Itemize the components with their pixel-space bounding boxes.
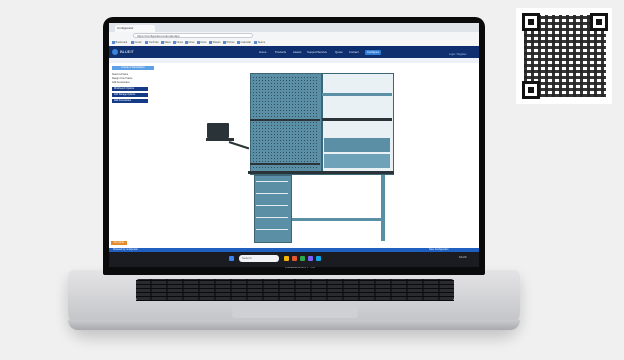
bookmark-item[interactable]: Gmail [131,41,142,45]
bookmark-item[interactable]: Drive [185,41,195,45]
drawer-handle [256,229,288,230]
logo-icon [112,48,118,55]
bookmark-item[interactable]: Bookmark [112,41,128,45]
logo-text: BLUEIT [120,49,135,54]
browser-icon[interactable] [292,256,297,261]
nav-item-contact[interactable]: Contact [349,50,359,55]
qr-finder-pattern [522,81,540,99]
drawer-handle [256,205,288,206]
sidebar-line: Add Accessories [112,81,130,84]
taskbar-clock: 10:24 [459,255,467,259]
bookmark-item[interactable]: News [173,41,184,45]
start-icon[interactable] [229,256,234,261]
sidebar-line: Design Your Frame [112,77,133,80]
drawer-handle [256,181,288,182]
laptop-keyboard-rows [136,279,454,301]
bookmark-item[interactable]: YouTube [145,41,159,45]
sidebar-line: Select a Frame [112,73,129,76]
get-quote-button[interactable]: Get Quote [111,241,127,245]
app-logo[interactable]: BLUEIT [112,48,138,56]
laptop-trackpad [232,304,358,318]
bench-leg [381,175,385,241]
sidebar-button-accessories[interactable]: Add Accessories [112,99,148,103]
nav-item-assets[interactable]: Assets [293,50,301,55]
nav-item-products[interactable]: Products [275,50,286,55]
browser-tab-bar [109,23,479,32]
pegboard-rail [250,163,320,165]
app-icon[interactable] [316,256,321,261]
drawer-handle [256,217,288,218]
bookmark-item[interactable]: Teams [254,41,266,45]
nav-item-quote[interactable]: Quote [335,50,343,55]
pegboard-holes [252,76,318,170]
app-icon[interactable] [300,256,305,261]
drawer-cabinet[interactable] [254,175,292,243]
bookmark-item[interactable]: Sheets [209,41,221,45]
bookmark-item[interactable]: Docs [197,41,207,45]
nav-item-home[interactable]: Home [259,50,266,55]
shelf[interactable] [322,93,392,96]
cabinet-panel[interactable] [324,138,390,152]
laptop-screen: Configurator https://configurator.exampl… [109,23,479,267]
nav-item-support[interactable]: Support/Service [307,50,327,55]
taskbar-search-input[interactable]: Search [239,255,279,262]
sidebar-button-workbench[interactable]: Workbench Options [112,87,148,91]
qr-finder-pattern [522,13,540,31]
explorer-icon[interactable] [284,256,289,261]
bench-crossbar [292,218,382,221]
bookmark-item[interactable]: Calendar [237,41,252,45]
login-link[interactable]: Login / Register [449,53,467,56]
drawer-handle [256,193,288,194]
pegboard-rail [250,119,320,121]
worktop[interactable] [248,171,394,174]
bookmark-item[interactable]: Photos [223,41,235,45]
nav-item-configure[interactable]: Configure [365,50,382,55]
sidebar-button-storage[interactable]: Add Storage Options [112,93,148,97]
app-icon[interactable] [308,256,313,261]
laptop-base-front [68,320,520,330]
cabinet-panel[interactable] [324,154,390,168]
qr-finder-pattern [590,13,608,31]
sidebar-header: Create a Workstation [112,66,154,70]
shelf[interactable] [322,118,392,121]
url-input[interactable]: https://configurator.example/app [133,33,253,38]
monitor-screen[interactable] [207,123,229,138]
browser-tab[interactable]: Configurator [115,25,155,32]
bookmark-item[interactable]: Maps [161,41,171,45]
